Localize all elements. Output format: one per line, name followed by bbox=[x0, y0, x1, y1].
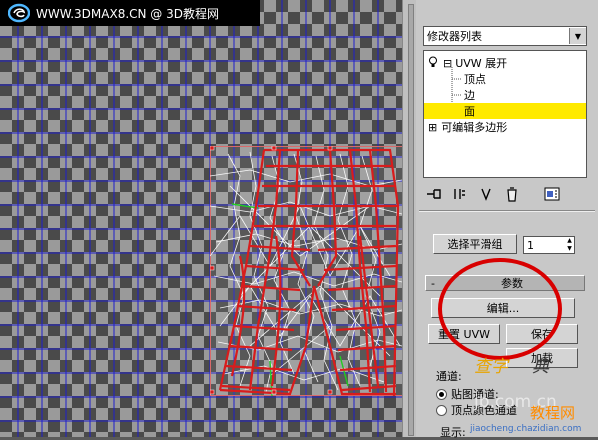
stack-item-vertex[interactable]: 顶点 bbox=[464, 71, 486, 87]
vertex-color-radio[interactable] bbox=[436, 405, 447, 416]
map-channel-radio[interactable] bbox=[436, 389, 447, 400]
stack-item-label: 面 bbox=[464, 105, 475, 118]
watermark-domain: jiaocheng.chazidian.com bbox=[470, 424, 582, 434]
pin-stack-icon[interactable] bbox=[423, 184, 445, 204]
chevron-down-icon[interactable]: ▼ bbox=[569, 28, 586, 44]
stack-item-edge[interactable]: 边 bbox=[464, 87, 475, 103]
lightbulb-icon[interactable] bbox=[428, 56, 440, 71]
panel-separator bbox=[419, 210, 595, 212]
make-unique-icon[interactable] bbox=[475, 184, 497, 204]
configure-sets-icon[interactable] bbox=[541, 184, 563, 204]
spinner-arrows-icon[interactable]: ▲ ▼ bbox=[565, 237, 574, 253]
watermark-tutorial: 教程网 bbox=[530, 404, 576, 422]
panel-divider[interactable] bbox=[402, 0, 417, 437]
modifier-stack[interactable]: ⊟ UVW 展开 顶点 边 面 ⊞ 可编辑多边形 bbox=[423, 50, 587, 178]
stack-item-face[interactable]: 面 bbox=[424, 103, 586, 119]
site-banner: WWW.3DMAX8.CN @ 3D教程网 bbox=[0, 0, 260, 26]
divider-scroll-bar[interactable] bbox=[408, 4, 414, 436]
site-logo-icon bbox=[6, 2, 32, 24]
watermark-dark: 典 bbox=[532, 357, 549, 377]
site-banner-text: WWW.3DMAX8.CN @ 3D教程网 bbox=[36, 6, 220, 21]
annotation-circle bbox=[438, 258, 562, 360]
modifier-list-dropdown[interactable]: 修改器列表 ▼ bbox=[423, 26, 587, 46]
stack-item-uvw-unwrap[interactable]: ⊟ UVW 展开 bbox=[428, 55, 507, 71]
collapse-icon[interactable]: ⊟ bbox=[443, 57, 452, 70]
uv-mesh[interactable] bbox=[210, 146, 402, 396]
smoothing-group-spinner[interactable]: 1 ▲ ▼ bbox=[523, 236, 575, 254]
collapse-rollout-icon[interactable]: - bbox=[426, 277, 440, 290]
channel-label: 通道: bbox=[436, 370, 462, 383]
display-label: 显示: bbox=[440, 426, 466, 439]
watermark-yellow: 查字 bbox=[474, 357, 508, 377]
show-end-result-icon[interactable] bbox=[449, 184, 471, 204]
expand-icon[interactable]: ⊞ bbox=[428, 121, 437, 134]
smoothing-group-value[interactable]: 1 bbox=[524, 239, 565, 252]
uv-editor-viewport[interactable]: WWW.3DMAX8.CN @ 3D教程网 bbox=[0, 0, 402, 437]
stack-toolbar bbox=[423, 183, 591, 205]
stack-item-label: 顶点 bbox=[464, 73, 486, 86]
stack-item-label: 边 bbox=[464, 89, 475, 102]
remove-modifier-icon[interactable] bbox=[501, 184, 523, 204]
stack-item-label: 可编辑多边形 bbox=[441, 121, 508, 134]
stack-item-label: UVW 展开 bbox=[455, 57, 508, 70]
select-smoothing-group-button[interactable]: 选择平滑组 bbox=[433, 234, 517, 254]
modifier-list-label: 修改器列表 bbox=[427, 30, 482, 43]
stack-item-editable-poly[interactable]: ⊞ 可编辑多边形 bbox=[428, 119, 507, 135]
